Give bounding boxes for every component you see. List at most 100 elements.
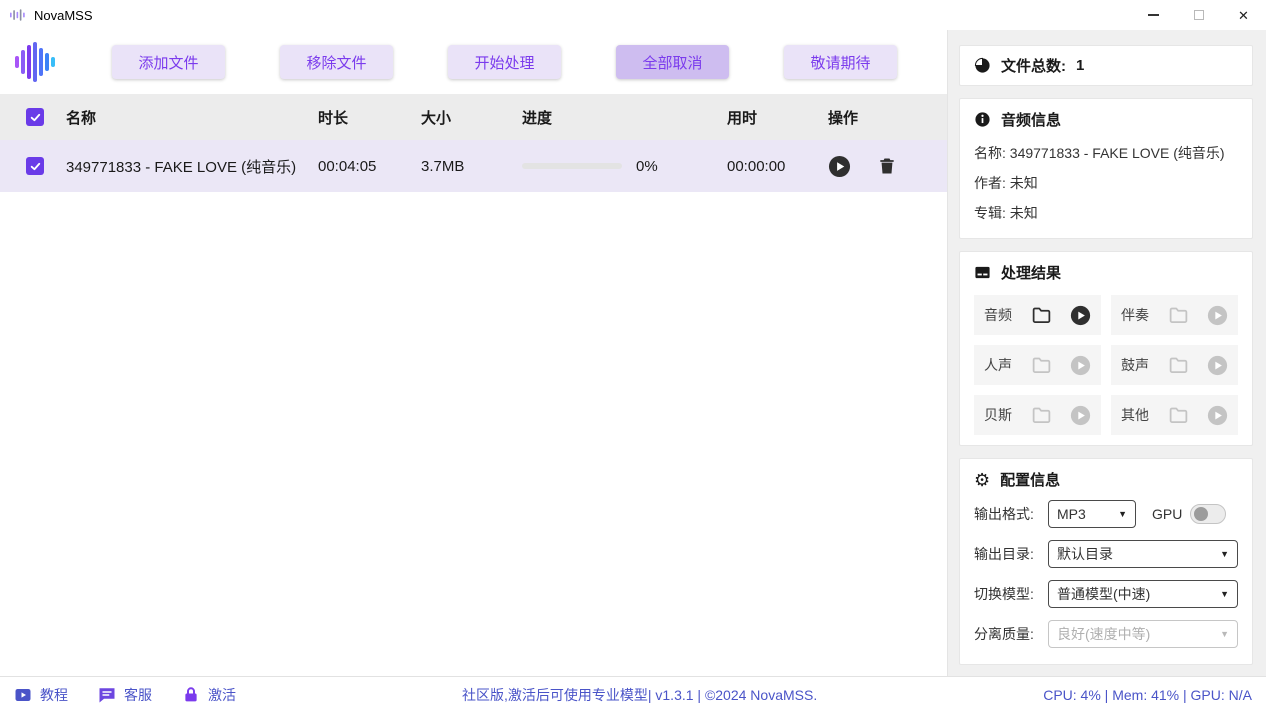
tutorial-label: 教程 [40,685,68,705]
output-format-value: MP3 [1057,506,1086,522]
coming-soon-button[interactable]: 敬请期待 [784,45,897,79]
trash-icon [877,156,897,176]
results-card-icon [974,264,991,281]
play-icon[interactable] [1207,355,1228,376]
quality-select: 良好(速度中等) ▼ [1048,620,1238,648]
audio-album-field: 专辑: 未知 [974,198,1238,228]
result-label-audio: 音频 [984,305,1012,325]
folder-icon[interactable] [1168,305,1189,326]
file-count-label: 文件总数: [1001,55,1066,76]
folder-icon[interactable] [1031,355,1052,376]
output-dir-select[interactable]: 默认目录 ▼ [1048,540,1238,568]
result-cell-bass: 贝斯 [974,395,1101,435]
chevron-down-icon: ▼ [1220,589,1229,599]
table-empty-space [0,192,947,676]
header-duration: 时长 [308,107,411,128]
header-operation: 操作 [818,107,938,128]
row-checkbox[interactable] [26,157,44,175]
tutorial-video-icon [14,686,32,704]
output-format-row: 输出格式: MP3 ▼ GPU [974,494,1238,534]
row-time-used: 00:00:00 [717,158,818,175]
gpu-toggle[interactable] [1190,504,1226,524]
row-size: 3.7MB [411,158,512,175]
statusbar: 教程 客服 激活 社区版,激活后可使用专业模型| v1.3.1 | ©2024 … [0,676,1266,713]
version-status-text: 社区版,激活后可使用专业模型| v1.3.1 | ©2024 NovaMSS. [236,685,1043,705]
close-button[interactable]: ✕ [1221,0,1266,30]
folder-icon[interactable] [1168,405,1189,426]
output-dir-label: 输出目录: [974,544,1048,564]
audio-info-panel: 音频信息 名称: 349771833 - FAKE LOVE (纯音乐) 作者:… [959,98,1253,239]
progress-bar [522,163,622,169]
audio-name-field: 名称: 349771833 - FAKE LOVE (纯音乐) [974,138,1238,168]
config-panel: ⚙ 配置信息 输出格式: MP3 ▼ GPU 输出目录: [959,458,1253,665]
app-equalizer-logo-icon [14,42,58,82]
chevron-down-icon: ▼ [1220,549,1229,559]
result-label-other: 其他 [1121,405,1149,425]
audio-album-label: 专辑: [974,205,1006,221]
progress-percent: 0% [636,158,658,175]
toolbar-buttons: 添加文件 移除文件 开始处理 全部取消 敬请期待 [112,45,897,79]
maximize-button[interactable] [1176,0,1221,30]
sidebar: 文件总数: 1 音频信息 名称: 349771833 - FAKE LOVE (… [947,30,1266,676]
result-label-bass: 贝斯 [984,405,1012,425]
audio-artist-label: 作者: [974,175,1006,191]
result-label-accompaniment: 伴奏 [1121,305,1149,325]
output-dir-value: 默认目录 [1057,544,1113,564]
app-waveform-icon [10,8,28,22]
cancel-all-button[interactable]: 全部取消 [616,45,729,79]
audio-name-label: 名称: [974,145,1006,161]
config-title: 配置信息 [1000,469,1060,490]
audio-album-value: 未知 [1010,205,1038,221]
activate-link[interactable]: 激活 [182,685,236,705]
header-name: 名称 [56,107,308,128]
check-icon [29,160,42,173]
window-controls: ✕ [1131,0,1266,30]
audio-artist-value: 未知 [1010,175,1038,191]
header-progress: 进度 [512,107,717,128]
maximize-icon [1194,10,1204,20]
window-title: NovaMSS [34,8,93,23]
file-count-value: 1 [1076,57,1084,74]
table-header: 名称 时长 大小 进度 用时 操作 [0,94,947,140]
audio-info-title: 音频信息 [1001,109,1061,130]
row-delete-button[interactable] [877,156,897,176]
close-icon: ✕ [1238,9,1249,22]
play-icon[interactable] [1070,355,1091,376]
table-row[interactable]: 349771833 - FAKE LOVE (纯音乐) 00:04:05 3.7… [0,140,947,192]
remove-files-button[interactable]: 移除文件 [280,45,393,79]
result-cell-drums: 鼓声 [1111,345,1238,385]
header-time: 用时 [717,107,818,128]
main-area: 添加文件 移除文件 开始处理 全部取消 敬请期待 名称 时长 大小 进度 [0,30,947,676]
toggle-knob-icon [1194,507,1208,521]
minimize-icon [1148,14,1159,16]
gear-icon: ⚙ [974,471,990,489]
output-format-select[interactable]: MP3 ▼ [1048,500,1136,528]
model-value: 普通模型(中速) [1057,584,1150,604]
select-all-checkbox[interactable] [26,108,44,126]
app-window: NovaMSS ✕ 添加文件 [0,0,1266,713]
minimize-button[interactable] [1131,0,1176,30]
folder-icon[interactable] [1168,355,1189,376]
add-files-button[interactable]: 添加文件 [112,45,225,79]
row-duration: 00:04:05 [308,158,411,175]
support-label: 客服 [124,685,152,705]
results-panel: 处理结果 音频 伴奏 人声 [959,251,1253,446]
quality-row: 分离质量: 良好(速度中等) ▼ [974,614,1238,654]
tutorial-link[interactable]: 教程 [14,685,68,705]
play-icon[interactable] [1207,405,1228,426]
play-icon[interactable] [1070,405,1091,426]
row-play-button[interactable] [828,155,851,178]
folder-icon[interactable] [1031,405,1052,426]
play-icon[interactable] [1207,305,1228,326]
lock-icon [182,686,200,704]
output-format-label: 输出格式: [974,504,1048,524]
chat-bubble-icon [98,686,116,704]
folder-icon[interactable] [1031,305,1052,326]
support-link[interactable]: 客服 [98,685,152,705]
gpu-label: GPU [1152,506,1182,522]
model-select[interactable]: 普通模型(中速) ▼ [1048,580,1238,608]
result-cell-accompaniment: 伴奏 [1111,295,1238,335]
toolbar: 添加文件 移除文件 开始处理 全部取消 敬请期待 [0,30,947,94]
start-processing-button[interactable]: 开始处理 [448,45,561,79]
play-icon[interactable] [1070,305,1091,326]
